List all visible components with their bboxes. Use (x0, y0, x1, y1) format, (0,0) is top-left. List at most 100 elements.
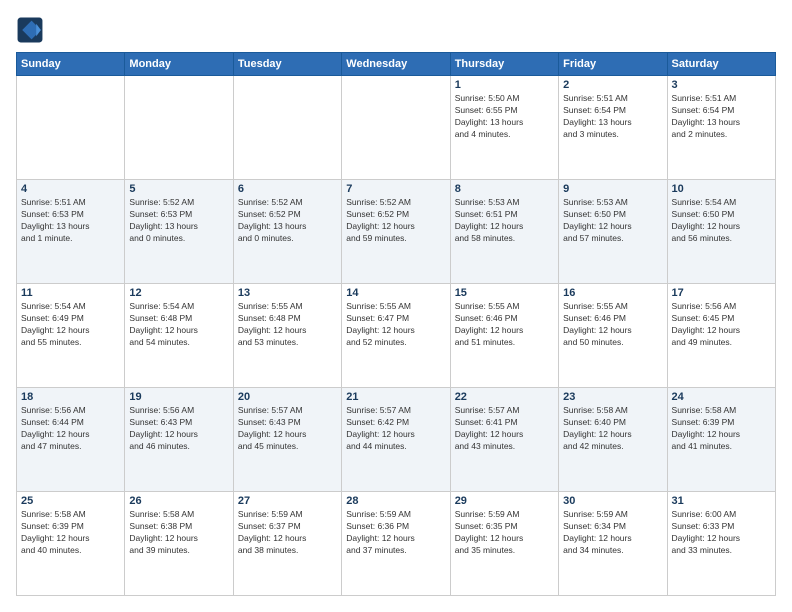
calendar-cell: 20 Sunrise: 5:57 AM Sunset: 6:43 PM Dayli… (233, 388, 341, 492)
calendar-cell: 6Sunrise: 5:52 AM Sunset: 6:52 PM Daylig… (233, 180, 341, 284)
day-number: 12 (129, 287, 228, 299)
day-number: 15 (455, 287, 554, 299)
day-info: Sunrise: 5:55 AM Sunset: 6:46 PM Dayligh… (563, 301, 662, 349)
calendar-cell: 27Sunrise: 5:59 AM Sunset: 6:37 PM Dayli… (233, 492, 341, 596)
calendar-cell (17, 76, 125, 180)
day-info: Sunrise: 5:50 AM Sunset: 6:55 PM Dayligh… (455, 93, 554, 141)
calendar-cell: 23 Sunrise: 5:58 AM Sunset: 6:40 PM Dayli… (559, 388, 667, 492)
day-number: 26 (129, 495, 228, 507)
calendar-cell (125, 76, 233, 180)
day-info: Sunrise: 5:58 AM Sunset: 6:39 PM Dayligh… (672, 405, 771, 453)
day-info: Sunrise: 5:51 AM Sunset: 6:54 PM Dayligh… (563, 93, 662, 141)
day-header-sunday: Sunday (17, 53, 125, 76)
calendar-cell: 5 Sunrise: 5:52 AM Sunset: 6:53 PM Daylig… (125, 180, 233, 284)
day-number: 24 (672, 391, 771, 403)
day-header-monday: Monday (125, 53, 233, 76)
day-number: 29 (455, 495, 554, 507)
day-number: 5 (129, 183, 228, 195)
calendar-week-1: 1 Sunrise: 5:50 AM Sunset: 6:55 PM Daylig… (17, 76, 776, 180)
day-header-thursday: Thursday (450, 53, 558, 76)
calendar-cell: 24 Sunrise: 5:58 AM Sunset: 6:39 PM Dayli… (667, 388, 775, 492)
logo (16, 16, 48, 44)
header (16, 16, 776, 44)
calendar-cell: 12 Sunrise: 5:54 AM Sunset: 6:48 PM Dayli… (125, 284, 233, 388)
day-info: Sunrise: 5:55 AM Sunset: 6:46 PM Dayligh… (455, 301, 554, 349)
day-info: Sunrise: 5:58 AM Sunset: 6:38 PM Dayligh… (129, 509, 228, 557)
day-info: Sunrise: 5:56 AM Sunset: 6:44 PM Dayligh… (21, 405, 120, 453)
calendar-cell: 10 Sunrise: 5:54 AM Sunset: 6:50 PM Dayli… (667, 180, 775, 284)
day-number: 28 (346, 495, 445, 507)
day-info: Sunrise: 5:54 AM Sunset: 6:50 PM Dayligh… (672, 197, 771, 245)
calendar-cell: 22Sunrise: 5:57 AM Sunset: 6:41 PM Dayli… (450, 388, 558, 492)
day-info: Sunrise: 5:54 AM Sunset: 6:48 PM Dayligh… (129, 301, 228, 349)
day-number: 3 (672, 79, 771, 91)
day-info: Sunrise: 5:52 AM Sunset: 6:52 PM Dayligh… (238, 197, 337, 245)
calendar-cell: 19Sunrise: 5:56 AM Sunset: 6:43 PM Dayli… (125, 388, 233, 492)
calendar-cell: 11 Sunrise: 5:54 AM Sunset: 6:49 PM Dayli… (17, 284, 125, 388)
day-number: 7 (346, 183, 445, 195)
calendar-week-3: 11 Sunrise: 5:54 AM Sunset: 6:49 PM Dayli… (17, 284, 776, 388)
day-info: Sunrise: 5:51 AM Sunset: 6:54 PM Dayligh… (672, 93, 771, 141)
day-number: 31 (672, 495, 771, 507)
calendar-week-2: 4 Sunrise: 5:51 AM Sunset: 6:53 PM Daylig… (17, 180, 776, 284)
day-info: Sunrise: 5:54 AM Sunset: 6:49 PM Dayligh… (21, 301, 120, 349)
day-header-friday: Friday (559, 53, 667, 76)
day-number: 13 (238, 287, 337, 299)
calendar-cell: 18Sunrise: 5:56 AM Sunset: 6:44 PM Dayli… (17, 388, 125, 492)
day-header-wednesday: Wednesday (342, 53, 450, 76)
calendar-cell: 15 Sunrise: 5:55 AM Sunset: 6:46 PM Dayli… (450, 284, 558, 388)
calendar-table: SundayMondayTuesdayWednesdayThursdayFrid… (16, 52, 776, 596)
calendar-cell: 17Sunrise: 5:56 AM Sunset: 6:45 PM Dayli… (667, 284, 775, 388)
day-number: 21 (346, 391, 445, 403)
day-number: 4 (21, 183, 120, 195)
calendar-cell: 26 Sunrise: 5:58 AM Sunset: 6:38 PM Dayli… (125, 492, 233, 596)
day-info: Sunrise: 5:59 AM Sunset: 6:37 PM Dayligh… (238, 509, 337, 557)
page: SundayMondayTuesdayWednesdayThursdayFrid… (0, 0, 792, 612)
day-info: Sunrise: 5:52 AM Sunset: 6:52 PM Dayligh… (346, 197, 445, 245)
calendar-week-5: 25Sunrise: 5:58 AM Sunset: 6:39 PM Dayli… (17, 492, 776, 596)
calendar-cell: 8 Sunrise: 5:53 AM Sunset: 6:51 PM Daylig… (450, 180, 558, 284)
calendar-cell: 2 Sunrise: 5:51 AM Sunset: 6:54 PM Daylig… (559, 76, 667, 180)
day-number: 11 (21, 287, 120, 299)
calendar-cell: 31 Sunrise: 6:00 AM Sunset: 6:33 PM Dayli… (667, 492, 775, 596)
day-number: 2 (563, 79, 662, 91)
day-number: 20 (238, 391, 337, 403)
day-info: Sunrise: 5:55 AM Sunset: 6:48 PM Dayligh… (238, 301, 337, 349)
day-info: Sunrise: 5:56 AM Sunset: 6:43 PM Dayligh… (129, 405, 228, 453)
day-number: 16 (563, 287, 662, 299)
day-number: 8 (455, 183, 554, 195)
calendar-cell: 16 Sunrise: 5:55 AM Sunset: 6:46 PM Dayli… (559, 284, 667, 388)
day-number: 30 (563, 495, 662, 507)
day-header-tuesday: Tuesday (233, 53, 341, 76)
calendar-header-row: SundayMondayTuesdayWednesdayThursdayFrid… (17, 53, 776, 76)
calendar-cell: 7 Sunrise: 5:52 AM Sunset: 6:52 PM Daylig… (342, 180, 450, 284)
calendar-cell: 9Sunrise: 5:53 AM Sunset: 6:50 PM Daylig… (559, 180, 667, 284)
day-info: Sunrise: 5:51 AM Sunset: 6:53 PM Dayligh… (21, 197, 120, 245)
day-info: Sunrise: 5:53 AM Sunset: 6:50 PM Dayligh… (563, 197, 662, 245)
day-number: 23 (563, 391, 662, 403)
logo-icon (16, 16, 44, 44)
calendar-cell: 25Sunrise: 5:58 AM Sunset: 6:39 PM Dayli… (17, 492, 125, 596)
day-info: Sunrise: 5:57 AM Sunset: 6:42 PM Dayligh… (346, 405, 445, 453)
day-info: Sunrise: 5:58 AM Sunset: 6:40 PM Dayligh… (563, 405, 662, 453)
calendar-week-4: 18Sunrise: 5:56 AM Sunset: 6:44 PM Dayli… (17, 388, 776, 492)
day-info: Sunrise: 5:59 AM Sunset: 6:34 PM Dayligh… (563, 509, 662, 557)
day-number: 17 (672, 287, 771, 299)
day-info: Sunrise: 6:00 AM Sunset: 6:33 PM Dayligh… (672, 509, 771, 557)
day-info: Sunrise: 5:57 AM Sunset: 6:43 PM Dayligh… (238, 405, 337, 453)
calendar-cell: 14Sunrise: 5:55 AM Sunset: 6:47 PM Dayli… (342, 284, 450, 388)
day-info: Sunrise: 5:53 AM Sunset: 6:51 PM Dayligh… (455, 197, 554, 245)
day-number: 10 (672, 183, 771, 195)
day-info: Sunrise: 5:55 AM Sunset: 6:47 PM Dayligh… (346, 301, 445, 349)
day-number: 1 (455, 79, 554, 91)
calendar-cell (233, 76, 341, 180)
day-number: 22 (455, 391, 554, 403)
calendar-cell: 29Sunrise: 5:59 AM Sunset: 6:35 PM Dayli… (450, 492, 558, 596)
calendar-cell: 13 Sunrise: 5:55 AM Sunset: 6:48 PM Dayli… (233, 284, 341, 388)
calendar-cell: 28Sunrise: 5:59 AM Sunset: 6:36 PM Dayli… (342, 492, 450, 596)
calendar-cell: 21 Sunrise: 5:57 AM Sunset: 6:42 PM Dayli… (342, 388, 450, 492)
day-header-saturday: Saturday (667, 53, 775, 76)
calendar-cell: 30 Sunrise: 5:59 AM Sunset: 6:34 PM Dayli… (559, 492, 667, 596)
day-number: 25 (21, 495, 120, 507)
day-info: Sunrise: 5:52 AM Sunset: 6:53 PM Dayligh… (129, 197, 228, 245)
